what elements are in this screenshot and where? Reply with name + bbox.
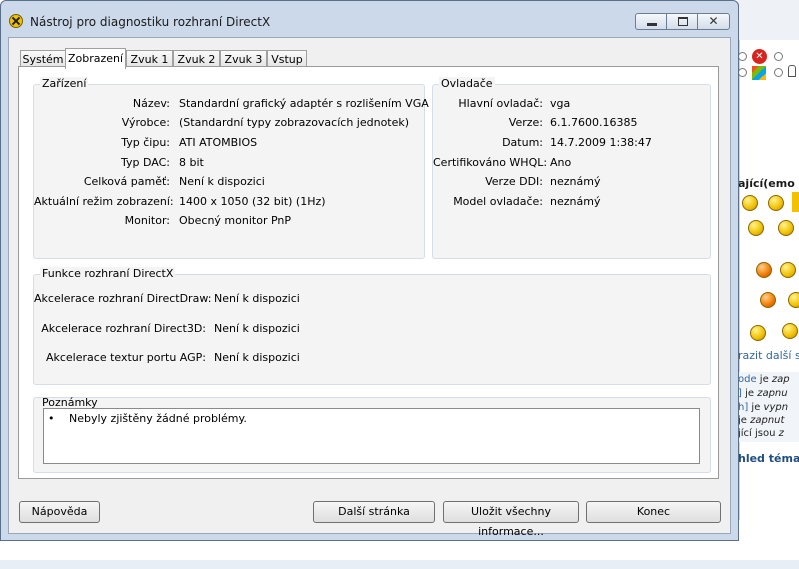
close-icon: ✕ [708,14,719,28]
maximize-button[interactable] [666,13,698,30]
smiley-icon[interactable] [788,292,799,308]
feature-row-agp: Akcelerace textur portu AGP: Není k disp… [45,351,300,364]
smiley-icon[interactable] [768,195,784,211]
driver-row-whql: Certifikováno WHQL: Ano [433,156,572,169]
bg-header-band [738,0,799,40]
driver-row-version: Verze: 6.1.7600.16385 [508,116,638,129]
bg-rule-line: ode je zap [738,374,790,385]
close-button[interactable]: ✕ [697,13,730,30]
bg-rule-line: je zapnut [738,415,785,426]
bg-bbcode-rules: ode je zap ] je zapnu h] je vypn je zapn… [738,372,799,442]
device-row-dac-type: Typ DAC: 8 bit [121,156,204,169]
device-group: Zařízení Název: Standardní grafický adap… [33,77,429,259]
directx-features-group: Funkce rozhraní DirectX Akcelerace rozhr… [33,267,711,385]
driver-row-main: Hlavní ovladač: vga [458,97,571,110]
tab-display[interactable]: Zobrazení [65,48,126,69]
feature-row-directdraw: Akcelerace rozhraní DirectDraw: Není k d… [34,292,300,305]
device-row-manufacturer: Výrobce: (Standardní typy zobrazovacích … [121,116,410,129]
dialog-client-area: Systém Zobrazení Zvuk 1 Zvuk 2 Zvuk 3 Vs… [8,37,731,538]
smiley-icon[interactable] [750,325,766,341]
driver-row-ddi-version: Verze DDI: neznámý [485,175,601,188]
device-row-total-memory: Celková paměť: Není k dispozici [83,175,265,188]
bg-rule-line: jící jsou z [738,428,784,439]
smiley-icon[interactable] [756,262,772,278]
smiley-icon[interactable] [780,262,796,278]
feature-row-direct3d: Akcelerace rozhraní Direct3D: Není k dis… [41,322,300,335]
exit-button[interactable]: Konec [586,501,721,523]
drivers-group: Ovladače Hlavní ovladač: vga Verze: 6.1.… [432,77,711,259]
device-row-name: Název: Standardní grafický adaptér s roz… [132,97,429,110]
device-row-chip-type: Typ čipu: ATI ATOMBIOS [121,136,258,149]
bg-radio-button[interactable] [774,52,783,61]
device-row-monitor: Monitor: Obecný monitor PnP [124,214,292,227]
background-web-page: ✕ ající(emo razit další s ode je zap ] j… [738,0,799,569]
device-row-display-mode: Aktuální režim zobrazení: 1400 x 1050 (3… [34,195,326,208]
smiley-icon[interactable] [782,323,798,339]
bg-radio-button[interactable] [738,68,747,77]
notes-text-box[interactable]: • Nebyly zjištěny žádné problémy. [43,408,700,464]
bg-rule-line: ] je zapnu [738,388,788,399]
bg-more-smileys-link[interactable]: razit další s [738,349,799,362]
smiley-icon[interactable] [742,195,758,211]
bg-red-x-icon: ✕ [752,49,767,64]
next-page-button[interactable]: Další stránka [313,501,435,523]
smiley-icon[interactable] [748,220,764,236]
dxdiag-app-icon [9,14,23,28]
window-title: Nástroj pro diagnostiku rozhraní DirectX [30,15,271,29]
directx-features-title: Funkce rozhraní DirectX [40,267,176,280]
bg-topic-overview-link[interactable]: hled téma [738,452,799,465]
bg-lock-icon [788,65,796,77]
help-button[interactable]: Nápověda [19,501,100,523]
bg-windows-flag-icon [752,66,766,80]
bg-rule-line: h] je vypn [738,402,789,413]
bg-radio-button[interactable] [774,68,783,77]
smiley-icon[interactable] [760,292,776,308]
bg-radio-button[interactable] [738,52,747,61]
drivers-group-title: Ovladače [439,77,495,90]
bg-bottom-strip [0,560,799,569]
driver-row-date: Datum: 14.7.2009 1:38:47 [502,136,652,149]
save-all-info-button[interactable]: Uložit všechny informace... [443,501,579,538]
smiley-icon[interactable] [792,192,799,212]
smiley-icon[interactable] [778,220,794,236]
driver-row-model: Model ovladače: neznámý [453,195,601,208]
notes-bullet: • [48,412,55,425]
device-group-title: Zařízení [40,77,89,90]
dxdiag-window: Nástroj pro diagnostiku rozhraní DirectX… [0,0,739,541]
title-bar[interactable]: Nástroj pro diagnostiku rozhraní DirectX… [1,1,738,37]
notes-item: Nebyly zjištěny žádné problémy. [69,412,247,425]
minimize-button[interactable] [635,13,667,30]
bg-emoticons-heading: ající(emo [738,177,795,190]
